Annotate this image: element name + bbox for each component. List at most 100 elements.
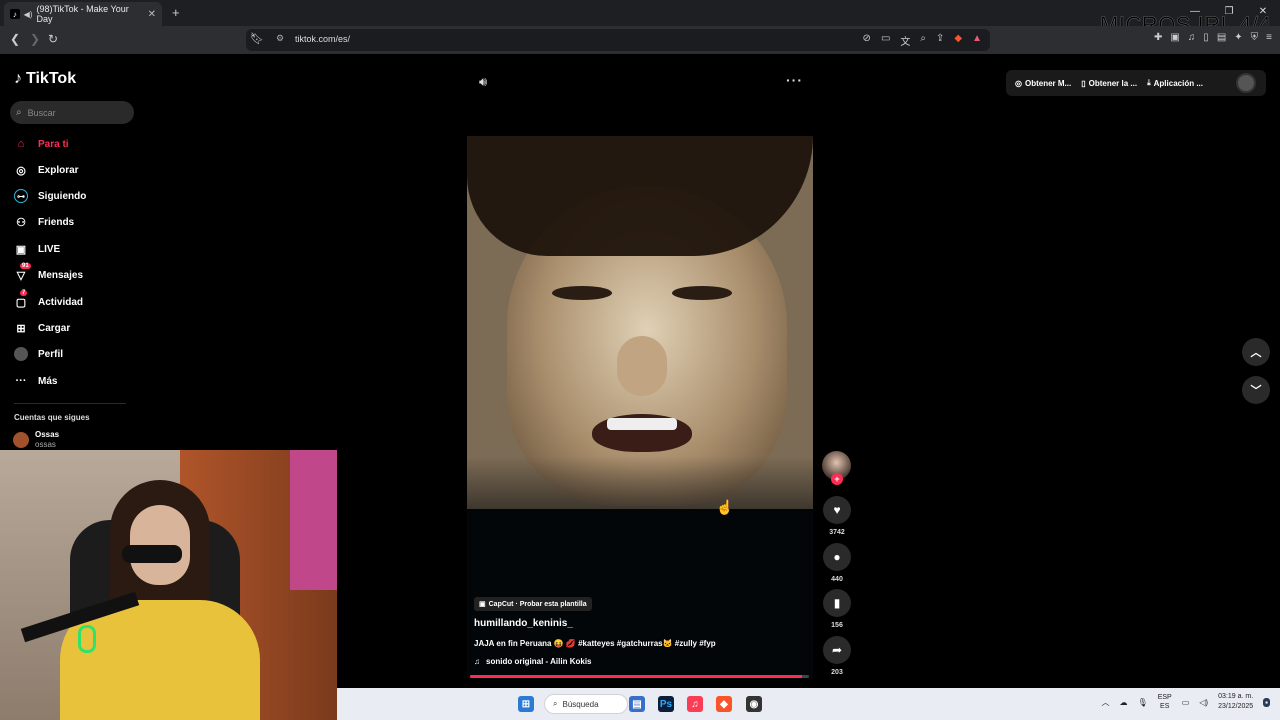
sidebar-item-siguiendo[interactable]: ⊶ Siguiendo bbox=[14, 186, 86, 206]
reload-icon[interactable]: ↻ bbox=[48, 32, 58, 46]
sidebar-item-label: Más bbox=[38, 375, 58, 387]
video-bottom-area bbox=[467, 509, 813, 679]
more-options-icon[interactable]: ··· bbox=[786, 72, 803, 88]
sidebar-item-mas[interactable]: ··· Más bbox=[14, 371, 58, 391]
save-button[interactable]: ▮ bbox=[823, 589, 851, 617]
phone-icon: ▯ bbox=[1081, 78, 1086, 88]
brave-shield-icon[interactable]: ◆ bbox=[954, 33, 962, 48]
mic-tray-icon[interactable]: 🎙︎ bbox=[1138, 698, 1148, 707]
search-input[interactable] bbox=[27, 107, 118, 118]
search-box[interactable]: ⌕ bbox=[10, 101, 134, 124]
tiktok-logo-text: TikTok bbox=[26, 70, 77, 87]
video-right-eye bbox=[672, 286, 732, 300]
close-tab-icon[interactable]: ✕ bbox=[148, 9, 156, 20]
clock[interactable]: 03:19 a. m. 23/12/2025 bbox=[1218, 692, 1253, 712]
sidebar-item-actividad[interactable]: ▢ 7 Actividad bbox=[14, 290, 84, 312]
vpn-icon[interactable]: ⛨ bbox=[1251, 32, 1259, 43]
address-bar[interactable]: 🔖︎ ⚙ tiktok.com/es/ ⊘ ▭ 文 ⌕ ⇪ ◆ ▲ bbox=[246, 29, 990, 51]
sidebar-toggle-icon[interactable]: ▯ bbox=[1203, 32, 1209, 43]
taskbar-search-label: Búsqueda bbox=[562, 699, 599, 709]
next-video-button[interactable]: ﹀ bbox=[1242, 376, 1270, 404]
share-icon[interactable]: ⇪ bbox=[936, 33, 944, 48]
get-coins-button[interactable]: ◎ Obtener M... bbox=[1015, 79, 1071, 88]
brave-browser-icon[interactable]: ◆ bbox=[716, 696, 732, 712]
volume-icon[interactable]: 🔊︎ bbox=[479, 74, 487, 90]
video-player[interactable] bbox=[467, 136, 813, 509]
sidebar-item-perfil[interactable]: Perfil bbox=[14, 344, 63, 364]
network-icon[interactable]: ▭ bbox=[1182, 698, 1190, 707]
new-tab-button[interactable]: + bbox=[172, 5, 180, 20]
download-icon: ⤓ bbox=[1147, 78, 1151, 87]
menu-icon[interactable]: ≡ bbox=[1266, 32, 1272, 43]
browser-tab[interactable]: ♪ ◀) (98)TikTok - Make Your Day ✕ bbox=[4, 2, 162, 26]
clock-time: 03:19 a. m. bbox=[1218, 693, 1254, 700]
windows-start-icon[interactable]: ⊞ bbox=[518, 696, 534, 712]
volume-tray-icon[interactable]: ◁) bbox=[1199, 698, 1208, 707]
comment-button[interactable]: ● bbox=[823, 543, 851, 571]
capcut-template-button[interactable]: ▣ CapCut · Probar esta plantilla bbox=[474, 597, 592, 611]
sidebar-item-cargar[interactable]: ⊞ Cargar bbox=[14, 318, 70, 338]
webcam-sunglasses bbox=[122, 545, 182, 563]
following-account[interactable]: Ossas ossas bbox=[13, 430, 59, 450]
sound-label: sonido original - Ailin Kokis bbox=[486, 657, 592, 666]
video-sound[interactable]: ♫ sonido original - Ailin Kokis bbox=[474, 657, 591, 666]
extension-box-icon[interactable]: ▣ bbox=[1170, 32, 1179, 43]
sidebar-item-para-ti[interactable]: ⌂ Para ti bbox=[14, 134, 69, 154]
cast-icon[interactable]: ▭ bbox=[881, 33, 890, 48]
speaker-icon: ◀) bbox=[23, 9, 33, 19]
video-author[interactable]: humillando_keninis_ bbox=[474, 618, 573, 629]
bookmark-icon: ▮ bbox=[833, 596, 841, 610]
music-app-icon[interactable]: ♫ bbox=[687, 696, 703, 712]
activity-badge: 7 bbox=[20, 290, 28, 296]
sidebar-item-mensajes[interactable]: ▽ 91 Mensajes bbox=[14, 263, 84, 285]
desktop-app-button[interactable]: ⤓ Aplicación ... bbox=[1147, 78, 1203, 88]
follow-plus-icon[interactable]: + bbox=[831, 473, 843, 485]
cloud-icon[interactable]: ☁ bbox=[1120, 698, 1128, 707]
brave-rewards-icon[interactable]: ▲ bbox=[972, 33, 982, 48]
sidebar-item-friends[interactable]: ⚇ Friends bbox=[14, 212, 74, 232]
tray-chevron-icon[interactable]: ︿ bbox=[1102, 697, 1110, 708]
video-teeth bbox=[607, 418, 677, 430]
lang-top: ESP bbox=[1157, 694, 1172, 701]
sidebar-item-label: Cargar bbox=[38, 322, 71, 334]
previous-video-button[interactable]: ︿ bbox=[1242, 338, 1270, 366]
zoom-icon[interactable]: ⌕ bbox=[920, 33, 926, 48]
translate-icon[interactable]: 文 bbox=[900, 33, 910, 48]
sidebar-item-label: Mensajes bbox=[38, 269, 84, 281]
photoshop-icon[interactable]: Ps bbox=[658, 696, 674, 712]
file-manager-icon[interactable]: ▤ bbox=[629, 696, 645, 712]
wallet-icon[interactable]: ▤ bbox=[1217, 32, 1226, 43]
lang-bottom: ES bbox=[1160, 703, 1170, 710]
bookmark-icon[interactable]: 🔖︎ bbox=[250, 32, 264, 45]
extensions-icon[interactable]: ✚ bbox=[1154, 32, 1162, 43]
obs-icon[interactable]: ◉ bbox=[746, 696, 762, 712]
sidebar-item-explorar[interactable]: ◎ Explorar bbox=[14, 160, 78, 180]
video-progress-bar[interactable] bbox=[470, 675, 809, 678]
no-tracking-icon[interactable]: ⊘ bbox=[863, 33, 871, 48]
comment-icon: ● bbox=[833, 550, 841, 564]
compass-icon: ◎ bbox=[16, 164, 26, 177]
user-avatar[interactable] bbox=[1236, 73, 1256, 93]
tiktok-logo[interactable]: ♪ TikTok bbox=[14, 70, 76, 88]
video-left-eye bbox=[552, 286, 612, 300]
notification-icon[interactable]: ▪ bbox=[1263, 697, 1270, 707]
leo-icon[interactable]: ✦ bbox=[1234, 32, 1242, 43]
sidebar-item-label: Actividad bbox=[38, 296, 84, 308]
language-indicator[interactable]: ESP ES bbox=[1158, 693, 1172, 711]
video-progress-fill bbox=[470, 675, 803, 678]
get-app-button[interactable]: ▯ Obtener la ... bbox=[1081, 79, 1137, 88]
site-info-icon[interactable]: ⚙ bbox=[276, 33, 284, 44]
like-button[interactable]: ♥ bbox=[823, 496, 851, 524]
back-icon[interactable]: ❮ bbox=[10, 32, 20, 46]
capcut-label: CapCut · Probar esta plantilla bbox=[488, 600, 587, 608]
sidebar-item-live[interactable]: ▣ LIVE bbox=[14, 239, 60, 259]
browser-tab-bar: ♪ ◀) (98)TikTok - Make Your Day ✕ + — ❐ … bbox=[0, 0, 1280, 26]
music-note-icon: ♫ bbox=[474, 657, 480, 666]
share-button[interactable]: ➦ bbox=[823, 636, 851, 664]
forward-icon[interactable]: ❯ bbox=[30, 32, 40, 46]
taskbar-search[interactable]: ⌕ Búsqueda bbox=[544, 694, 628, 714]
address-bar-icons: ⊘ ▭ 文 ⌕ ⇪ ◆ ▲ bbox=[863, 33, 982, 48]
media-icon[interactable]: ♫ bbox=[1188, 32, 1196, 43]
more-icon: ··· bbox=[15, 375, 27, 387]
url-text[interactable]: tiktok.com/es/ bbox=[295, 34, 350, 44]
